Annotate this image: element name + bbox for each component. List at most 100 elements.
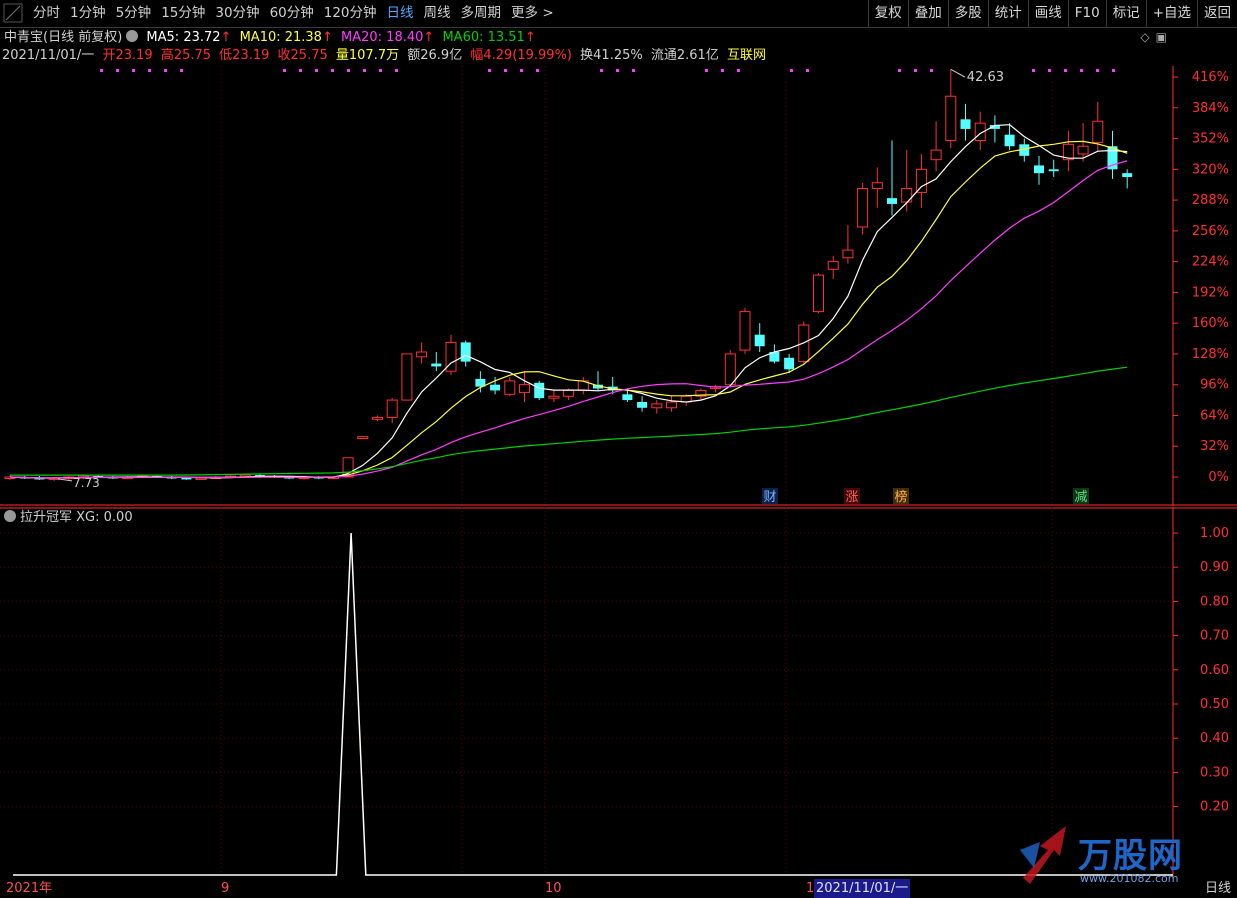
quote-turnover: 换41.25%	[580, 48, 643, 63]
tab-period-1[interactable]: 1分钟	[65, 0, 111, 27]
quote-info-bar: 2021/11/01/一 开23.19 高25.75 低23.19 收25.75…	[0, 47, 770, 65]
add-watchlist-button[interactable]: +自选	[1145, 0, 1197, 27]
y-label-6: 224%	[1192, 255, 1229, 270]
candle-body-24	[357, 436, 369, 440]
arrow-logo-icon	[1020, 826, 1066, 884]
stock-name[interactable]: 中青宝(日线 前复权)	[4, 30, 122, 45]
candle-body-34	[504, 380, 516, 395]
candle-body-59	[871, 182, 883, 190]
marker-dot-6-898	[898, 69, 901, 72]
f10-button[interactable]: F10	[1067, 0, 1106, 27]
marker-dot-2-488	[488, 69, 491, 72]
ind-label-5: 0.50	[1200, 697, 1229, 712]
candle-51	[754, 323, 765, 352]
period-tabs: 分时 1分钟 5分钟 15分钟 30分钟 60分钟 120分钟 日线 周线 多周…	[0, 0, 559, 27]
candle-body-44	[651, 403, 663, 409]
tab-period-5[interactable]: 60分钟	[265, 0, 319, 27]
candle-body-61	[901, 188, 913, 203]
candle-55	[813, 273, 824, 314]
marker-dot-7-1080	[1080, 69, 1083, 72]
ind-label-0: 1.00	[1200, 526, 1229, 541]
candle-body-74	[1092, 120, 1104, 143]
marker-dot-1-315	[315, 69, 318, 72]
tab-more[interactable]: 更多 >	[506, 0, 559, 27]
multi-stock-button[interactable]: 多股	[947, 0, 988, 27]
candle-body-29	[431, 363, 442, 367]
candle-body-50	[739, 311, 751, 351]
marker-dot-7-1096	[1096, 69, 1099, 72]
ind-label-2: 0.80	[1200, 594, 1229, 609]
candle-body-37	[548, 395, 560, 399]
high-pointer	[950, 68, 966, 78]
back-button[interactable]: 返回	[1197, 0, 1237, 27]
candle-62	[915, 153, 927, 208]
ind-label-4: 0.60	[1200, 663, 1229, 678]
candle-body-70	[1034, 165, 1044, 174]
marker-dot-7-1064	[1064, 69, 1067, 72]
candle-body-38	[563, 389, 575, 397]
candle-body-62	[915, 168, 927, 193]
candle-75	[1107, 130, 1118, 179]
marker-dot-1-299	[299, 69, 302, 72]
tab-period-4[interactable]: 30分钟	[210, 0, 264, 27]
marker-dot-1-363	[363, 69, 366, 72]
draw-line-button[interactable]: 画线	[1027, 0, 1068, 27]
y-label-7: 192%	[1192, 285, 1229, 300]
tab-period-daily[interactable]: 日线	[382, 0, 419, 27]
kline-chart[interactable]: 416% 384% 352% 320% 288% 256% 224% 192% 160% 128%…	[0, 66, 1237, 506]
panel-controls: ◇ ▣	[1140, 30, 1167, 44]
mark-button[interactable]: 标记	[1105, 0, 1146, 27]
marker-dot-7-1112	[1112, 69, 1115, 72]
ind-label-6: 0.40	[1200, 731, 1229, 746]
tab-period-2[interactable]: 5分钟	[111, 0, 157, 27]
tab-period-3[interactable]: 15分钟	[156, 0, 210, 27]
maximize-icon[interactable]: ▣	[1156, 30, 1167, 44]
candle-body-60	[887, 198, 897, 204]
ma-info-bar: 中青宝(日线 前复权) MA5: 23.72↑ MA10: 21.38↑ MA2…	[0, 28, 540, 48]
candle-body-26	[386, 399, 398, 418]
corner-icon[interactable]	[0, 0, 28, 27]
quote-sector[interactable]: 互联网	[727, 48, 766, 63]
candle-body-36	[534, 382, 545, 399]
marker-dot-0-148	[148, 69, 151, 72]
candle-34	[504, 377, 516, 397]
candle-30	[445, 334, 457, 376]
watermark-url: www.201082.com	[1080, 872, 1179, 885]
statistics-button[interactable]: 统计	[987, 0, 1028, 27]
quote-float: 流通2.61亿	[650, 48, 719, 63]
event-marker-1: 涨	[845, 490, 858, 505]
tab-period-0[interactable]: 分时	[28, 0, 65, 27]
candle-body-56	[827, 261, 839, 270]
candle-29	[431, 352, 442, 372]
settings-icon[interactable]	[126, 30, 139, 42]
marker-dot-3-616	[616, 69, 619, 72]
marker-dot-0-116	[116, 69, 119, 72]
ma60-up-arrow-icon: ↑	[524, 30, 536, 45]
watermark-brand: 万股网	[1078, 836, 1183, 876]
tab-period-9[interactable]: 多周期	[456, 0, 507, 27]
restore-rights-button[interactable]: 复权	[867, 0, 908, 27]
candle-37	[548, 390, 560, 402]
marker-dot-2-504	[504, 69, 507, 72]
marker-dot-3-600	[600, 69, 603, 72]
candle-70	[1034, 155, 1044, 185]
marker-dot-7-1032	[1032, 69, 1035, 72]
ma60-value: MA60: 13.51	[442, 30, 525, 45]
candle-body-31	[460, 342, 471, 362]
y-label-10: 96%	[1200, 378, 1229, 393]
x-cursor-date: 2021/11/01/一	[814, 879, 911, 898]
candle-47	[695, 388, 707, 401]
candle-body-12	[181, 477, 192, 480]
tab-period-6[interactable]: 120分钟	[319, 0, 382, 27]
diamond-icon[interactable]: ◇	[1140, 30, 1149, 44]
marker-dot-5-790	[790, 69, 793, 72]
ma20-up-arrow-icon: ↑	[423, 30, 435, 45]
quote-date: 2021/11/01/一	[2, 48, 95, 63]
candle-66	[974, 111, 986, 151]
tab-period-8[interactable]: 周线	[419, 0, 456, 27]
marker-dot-0-100	[100, 69, 103, 72]
ma10-line	[9, 140, 1128, 479]
candle-body-42	[622, 394, 633, 401]
overlay-button[interactable]: 叠加	[907, 0, 948, 27]
y-label-5: 256%	[1192, 224, 1229, 239]
